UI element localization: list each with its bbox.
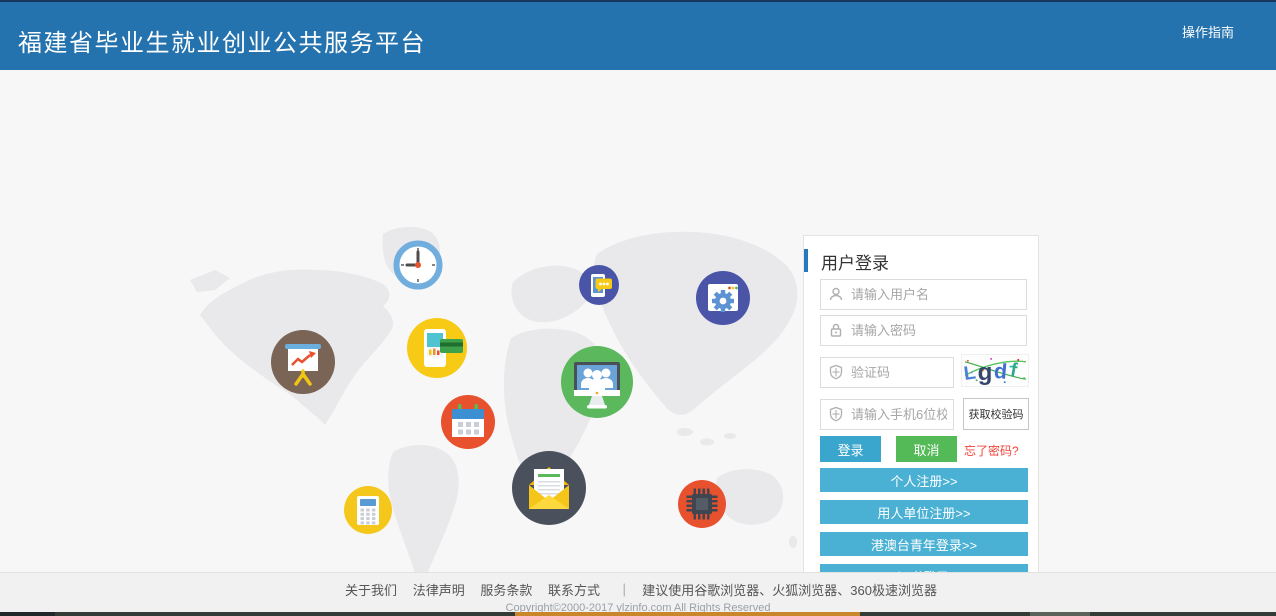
footer-link-terms[interactable]: 服务条款 [480,583,532,598]
footer-link-legal[interactable]: 法律声明 [413,583,465,598]
personal-register-button[interactable]: 个人注册>> [820,468,1028,492]
footer: 关于我们 法律声明 服务条款 联系方式 ｜ 建议使用谷歌浏览器、火狐浏览器、36… [0,572,1276,612]
header: 福建省毕业生就业创业公共服务平台 操作指南 [0,0,1276,70]
captcha-field [820,357,954,388]
browser-recommendation: 建议使用谷歌浏览器、火狐浏览器、360极速浏览器 [642,583,937,598]
username-field [820,279,1027,310]
strip-segment [1030,612,1090,616]
teamwork-monitor-icon [561,346,633,418]
footer-links: 关于我们 法律声明 服务条款 联系方式 ｜ 建议使用谷歌浏览器、火狐浏览器、36… [0,580,1276,599]
cancel-button[interactable]: 取消 [896,436,957,462]
captcha-input[interactable] [820,357,954,388]
login-panel-title: 用户登录 [821,249,889,274]
footer-link-contact[interactable]: 联系方式 [548,583,600,598]
captcha-letter: g [978,359,993,386]
title-accent-bar [804,249,808,272]
mobile-payment-icon [407,318,467,378]
clock-icon [393,240,443,290]
password-field [820,315,1027,346]
employer-register-button[interactable]: 用人单位注册>> [820,500,1028,524]
captcha-letter: d [993,359,1008,384]
presentation-chart-icon [271,330,335,394]
strip-segment [515,612,860,616]
guide-link[interactable]: 操作指南 [1182,22,1234,41]
mail-icon [512,451,586,525]
footer-link-about[interactable]: 关于我们 [345,583,397,598]
chat-phone-icon [579,265,619,305]
login-button[interactable]: 登录 [820,436,881,462]
sms-code-field [820,399,954,430]
calculator-icon [344,486,392,534]
site-title: 福建省毕业生就业创业公共服务平台 [18,23,426,58]
strip-segment [0,612,55,616]
browser-gear-icon [696,271,750,325]
get-code-button[interactable]: 获取校验码 [963,398,1029,430]
footer-separator: ｜ [618,583,631,598]
chip-icon [678,480,726,528]
hmt-youth-login-button[interactable]: 港澳台青年登录>> [820,532,1028,556]
username-input[interactable] [820,279,1027,310]
calendar-icon [441,395,495,449]
bottom-edge-strip [0,612,1276,616]
sms-code-input[interactable] [820,399,954,430]
password-input[interactable] [820,315,1027,346]
login-panel: 用户登录 [803,235,1039,599]
captcha-image[interactable]: L g d f [961,354,1029,387]
captcha-letter: f [1009,359,1020,382]
forgot-password-link[interactable]: 忘了密码? [964,442,1019,459]
main-area: 用户登录 [0,70,1276,572]
